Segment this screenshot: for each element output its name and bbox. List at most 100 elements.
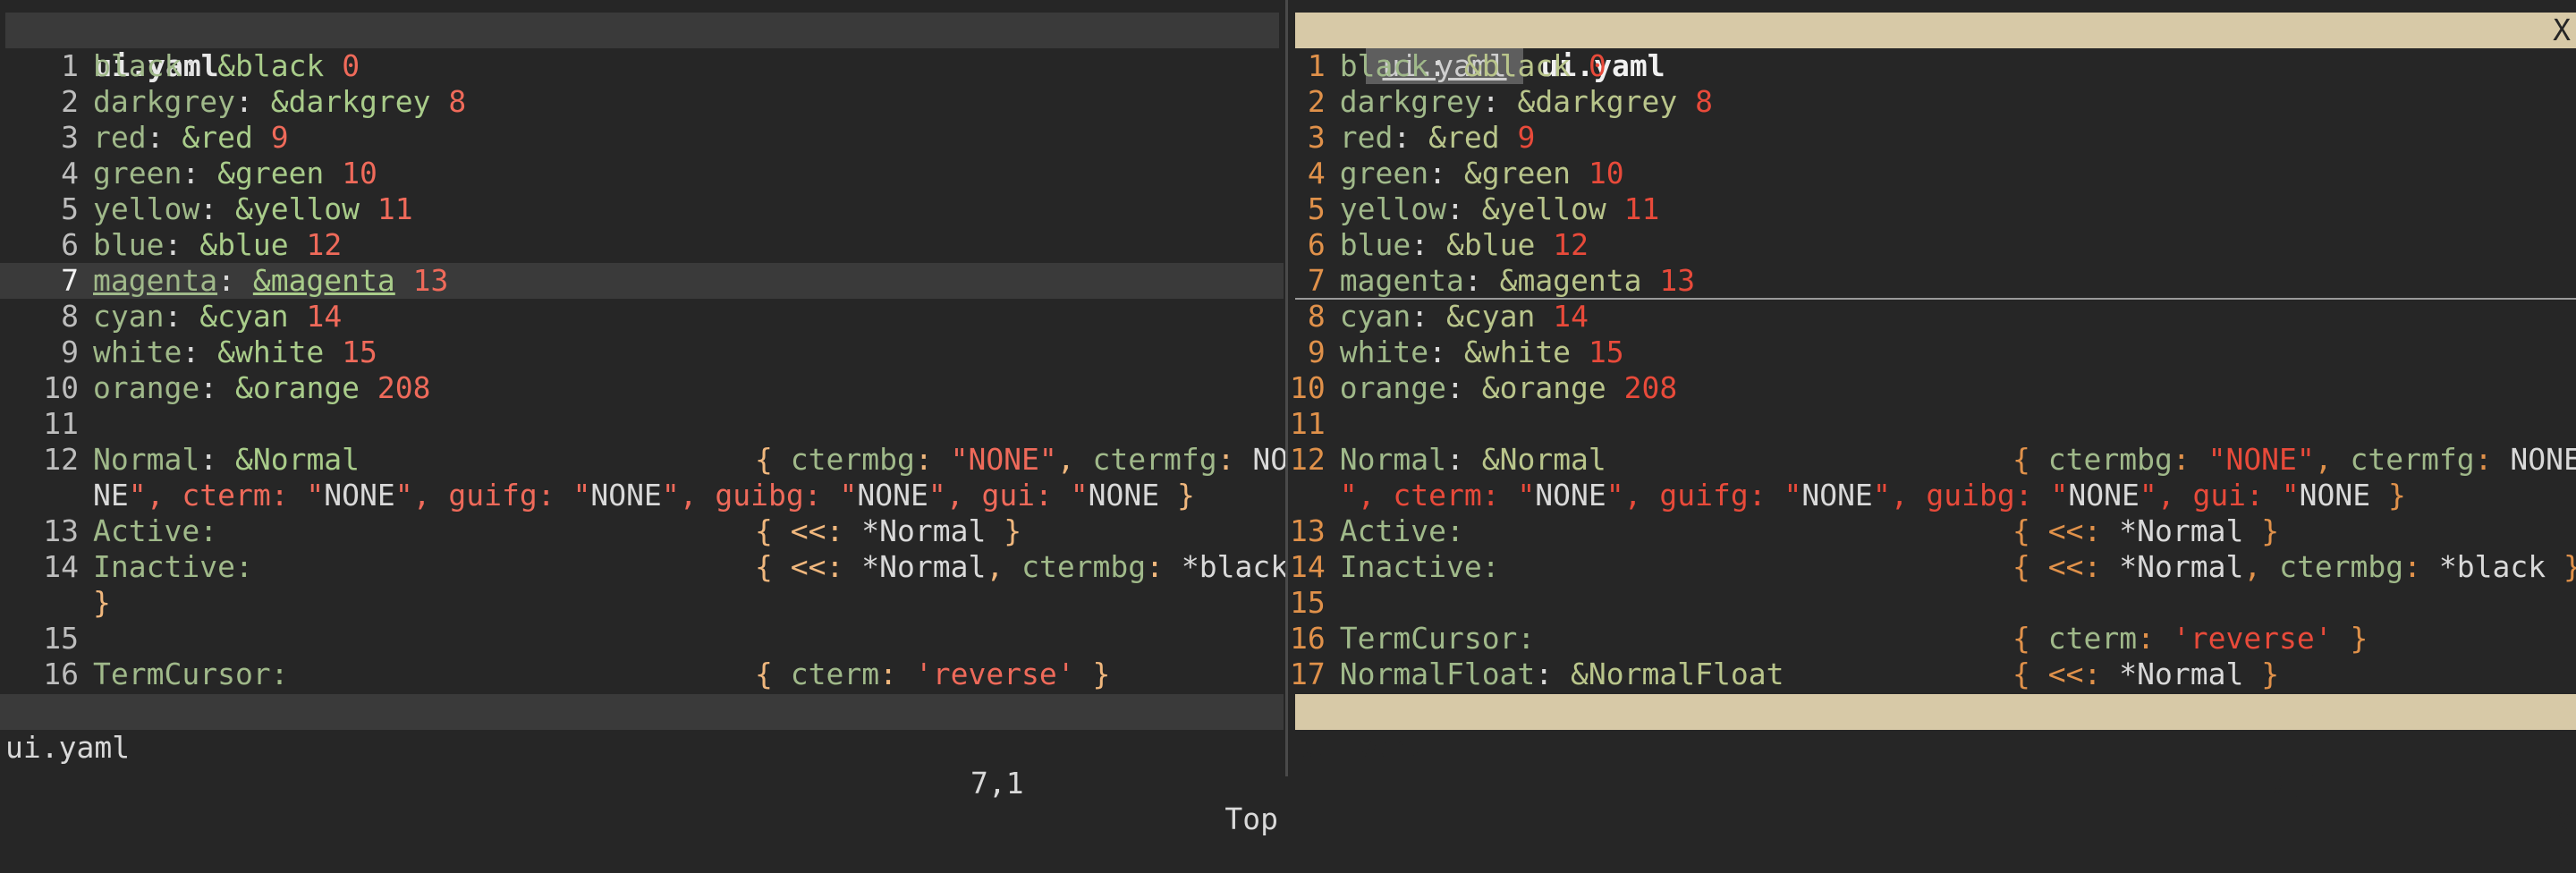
text-token: NONE [2510, 442, 2576, 477]
colon: : [164, 227, 200, 262]
left-editor-pane[interactable]: ui.yaml 1 black: &black 0 2 darkgrey: &dark… [0, 0, 1288, 836]
code-line[interactable]: 13 Active: { <<: *Normal } [1288, 513, 2576, 549]
yaml-key: Active: [1339, 513, 1464, 548]
yaml-key: green [93, 156, 182, 191]
code-line[interactable]: ", cterm: "NONE", guifg: "NONE", guibg: … [1288, 478, 2576, 513]
line-number: 7 [1307, 263, 1326, 298]
code-line[interactable]: 13 Active: { <<: *Normal } [0, 513, 1284, 549]
yaml-number: 13 [412, 263, 449, 298]
yaml-key: white [1339, 335, 1429, 369]
code-line[interactable]: 12 Normal: &Normal { ctermbg: "NONE", cter… [1288, 442, 2576, 478]
inline-map: { ctermbg: "NONE", ctermfg: NO [755, 442, 1288, 478]
code-line[interactable]: 1 black: &black 0 [0, 48, 1284, 84]
yaml-anchor: &cyan [1445, 299, 1536, 334]
code-line[interactable]: 14 Inactive: { <<: *Normal, ctermbg: *blac… [1288, 549, 2576, 585]
code-line[interactable]: 17 NormalFloat: &NormalFloat { <<: *Normal… [1288, 657, 2576, 692]
code-line[interactable]: 6 blue: &blue 12 [1288, 227, 2576, 263]
key-token: cterm [790, 657, 880, 691]
line-number: 8 [1307, 299, 1326, 334]
code-line[interactable]: 8 cyan: &cyan 14 [1288, 299, 2576, 335]
left-buffer-lines[interactable]: 1 black: &black 0 2 darkgrey: &darkgrey 8 3r… [0, 48, 1288, 692]
string-token: ", guifg: " [1606, 478, 1802, 513]
colon: : [1445, 370, 1482, 405]
close-tab-button[interactable]: X [2553, 13, 2571, 48]
code-line[interactable]: 9 white: &white 15 [1288, 335, 2576, 370]
code-line[interactable]: 15 [1288, 585, 2576, 621]
yaml-number: 208 [377, 370, 431, 405]
punct-token: : [879, 657, 897, 691]
inline-map: { cterm: 'reverse' } [755, 657, 1110, 692]
colon: : [199, 191, 235, 226]
string-token: ", cterm: " [128, 478, 325, 513]
line-number: 4 [1307, 156, 1326, 191]
line-number: 11 [43, 406, 79, 441]
code-line[interactable]: 4 green: &green 10 [0, 156, 1284, 191]
yaml-anchor: &Normal [1481, 442, 1606, 477]
punct-token: : [2083, 513, 2102, 548]
yaml-key: orange [93, 370, 200, 405]
punct-token: : [1146, 549, 1165, 584]
key-token: ctermfg [2350, 442, 2475, 477]
code-line[interactable]: 14 Inactive: { <<: *Normal, ctermbg: *blac… [0, 549, 1288, 585]
yaml-key: blue [93, 227, 165, 262]
colon: : [164, 299, 200, 334]
code-line[interactable]: 4 green: &green 10 [1288, 156, 2576, 191]
code-line[interactable]: 2 darkgrey: &darkgrey 8 [1288, 84, 2576, 120]
string-token: ", guibg: " [1872, 478, 2069, 513]
code-line[interactable]: 9 white: &white 15 [0, 335, 1284, 370]
code-line[interactable]: 3 red: &red 9 [1288, 120, 2576, 156]
code-line[interactable]: 5 yellow: &yellow 11 [0, 191, 1284, 227]
code-line[interactable]: 8 cyan: &cyan 14 [0, 299, 1284, 335]
yaml-key: Active: [93, 513, 218, 548]
colon: : [199, 370, 235, 405]
code-line[interactable]: } [0, 585, 1284, 621]
right-statusline: ui.yaml 7,1 Top [1295, 694, 2576, 836]
code-line[interactable]: 10 orange: &orange 208 [0, 370, 1284, 406]
inline-map: { <<: *Normal, ctermbg: *black } [2012, 549, 2576, 585]
code-line[interactable]: 15 [0, 621, 1284, 657]
code-line[interactable]: 12 Normal: &Normal { ctermbg: "NONE", cter… [0, 442, 1288, 478]
punct-token: { [755, 549, 773, 584]
yaml-key: red [93, 120, 147, 155]
right-editor-pane[interactable]: ui.yaml ui.yaml X 1 black: &black 0 2 darkgr… [1288, 0, 2576, 836]
code-line[interactable]: 1 black: &black 0 [1288, 48, 2576, 84]
code-line[interactable]: 16 TermCursor: { cterm: 'reverse' } [0, 657, 1284, 692]
code-line[interactable]: 7 magenta: &magenta 13 [1288, 263, 2576, 299]
code-line[interactable]: 6 blue: &blue 12 [0, 227, 1284, 263]
code-line[interactable]: 11 [0, 406, 1284, 442]
code-line[interactable]: 5 yellow: &yellow 11 [1288, 191, 2576, 227]
code-line[interactable]: NE", cterm: "NONE", guifg: "NONE", guibg… [0, 478, 1284, 513]
yaml-key: Normal [93, 442, 200, 477]
code-line[interactable]: 3 red: &red 9 [0, 120, 1284, 156]
yaml-number: 12 [306, 227, 343, 262]
yaml-number: 15 [342, 335, 377, 369]
punct-token: } [2388, 478, 2406, 513]
code-line[interactable]: 2 darkgrey: &darkgrey 8 [0, 84, 1284, 120]
punct-token: } [1177, 478, 1195, 513]
code-line[interactable]: 16 TermCursor: { cterm: 'reverse' } [1288, 621, 2576, 657]
code-line[interactable]: 11 [1288, 406, 2576, 442]
yaml-key: NormalFloat [1339, 657, 1536, 691]
yaml-key: Inactive: [1339, 549, 1500, 584]
line-number: 6 [61, 227, 79, 262]
alias-token: *Normal [2119, 549, 2244, 584]
right-buffer-lines[interactable]: 1 black: &black 0 2 darkgrey: &darkgrey 8 3r… [1288, 48, 2576, 692]
yaml-key: cyan [1339, 299, 1411, 334]
code-line[interactable]: 7 magenta: &magenta 13 [0, 263, 1284, 299]
code-line[interactable]: 10 orange: &orange 208 [1288, 370, 2576, 406]
line-number: 2 [1307, 84, 1326, 119]
yaml-anchor: &green [1463, 156, 1572, 191]
